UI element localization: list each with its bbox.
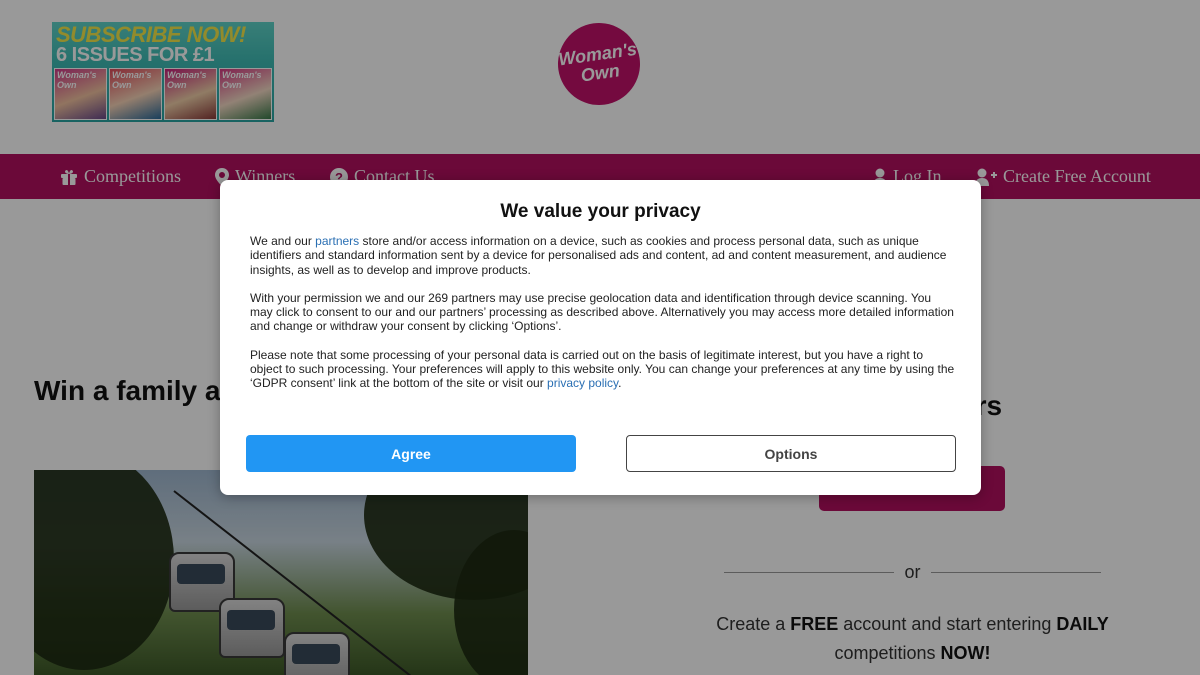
consent-paragraph: Please note that some processing of your… [250,347,955,391]
partners-link[interactable]: partners [315,234,359,248]
consent-dialog: We value your privacy We and our partner… [220,180,981,495]
consent-body: We and our partners store and/or access … [250,234,955,405]
options-button[interactable]: Options [626,435,956,472]
privacy-policy-link[interactable]: privacy policy [547,376,618,390]
consent-title: We value your privacy [500,201,701,222]
consent-paragraph: With your permission we and our 269 part… [250,290,954,334]
consent-paragraph: We and our partners store and/or access … [250,234,947,277]
agree-button[interactable]: Agree [246,435,576,472]
